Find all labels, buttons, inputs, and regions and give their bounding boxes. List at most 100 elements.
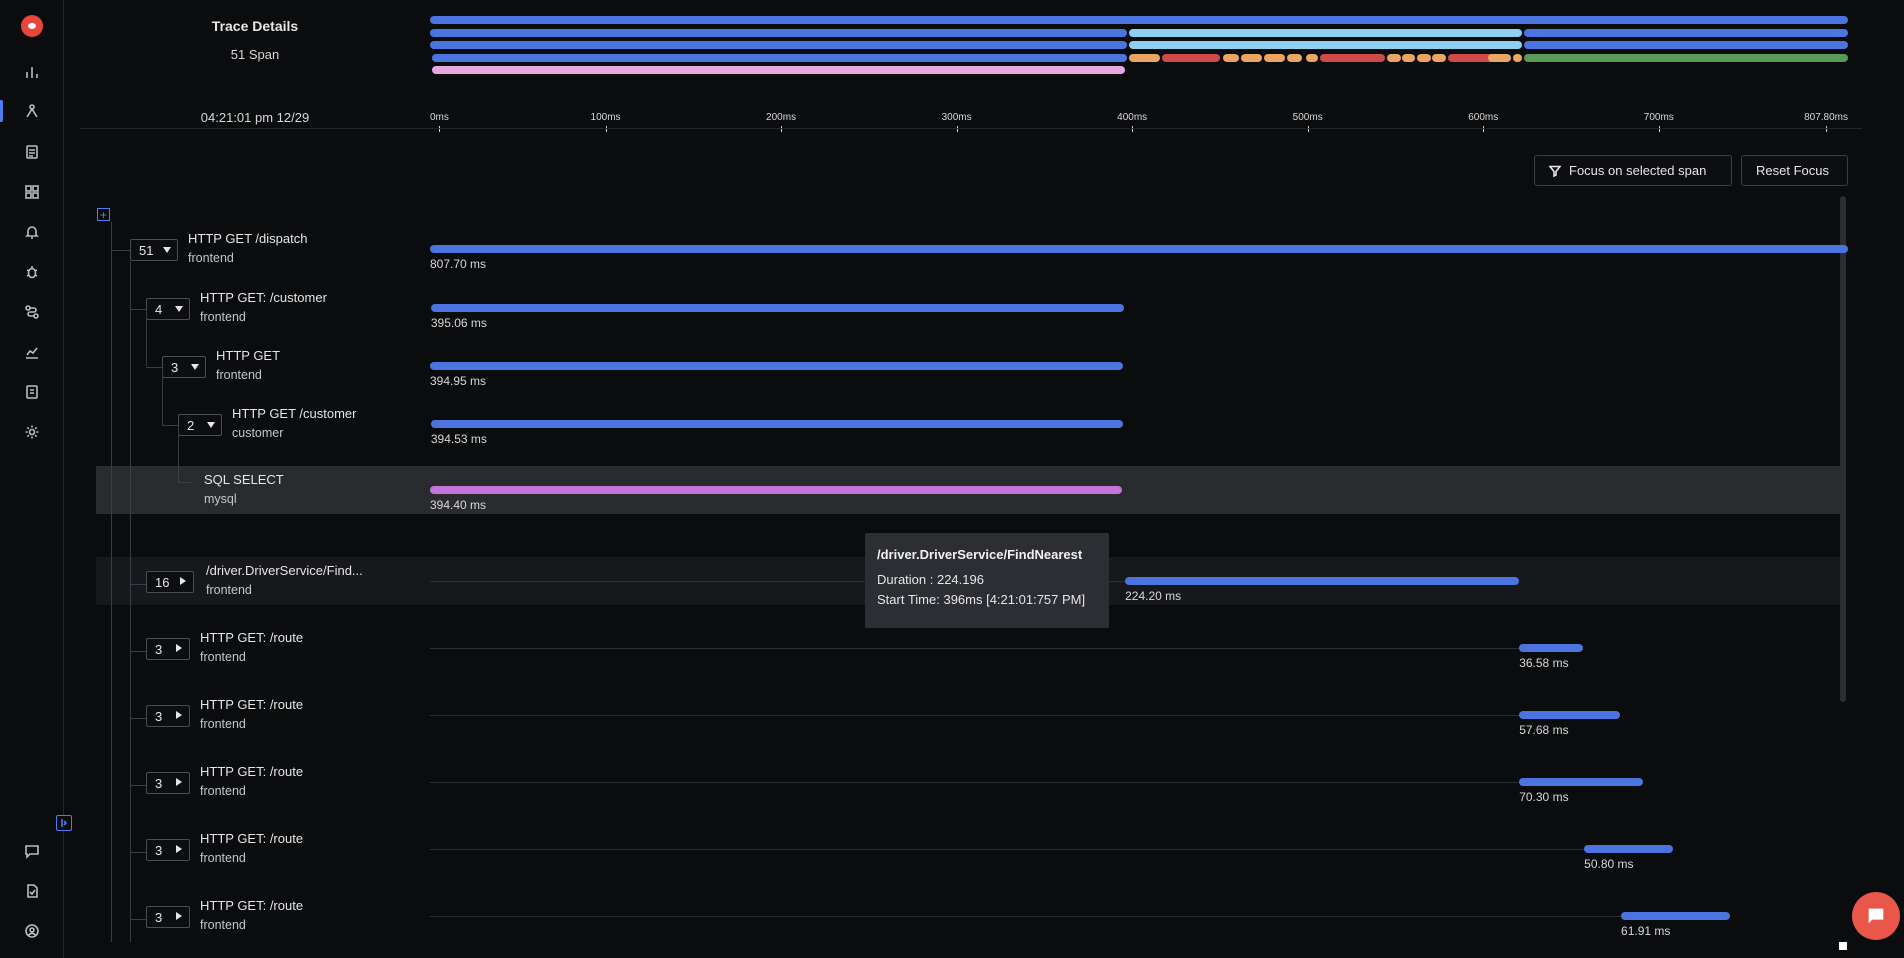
child-count: 2 [187, 417, 195, 433]
tree-connector [130, 584, 146, 585]
minimap-span-bar [430, 28, 1127, 37]
span-collapse-toggle[interactable]: 16 [146, 571, 194, 593]
child-count: 3 [155, 842, 163, 858]
span-duration-bar[interactable] [1584, 845, 1674, 853]
span-offset-guide [430, 849, 1585, 850]
header-divider [80, 128, 1862, 129]
logs-icon[interactable] [22, 142, 42, 162]
span-duration-label: 394.53 ms [430, 432, 487, 446]
span-collapse-toggle[interactable]: 3 [146, 772, 190, 794]
span-collapse-toggle[interactable]: 3 [146, 839, 190, 861]
tree-connector [130, 262, 131, 942]
span-row[interactable]: 3 HTTP GET: /route frontend 36.58 ms [96, 624, 1840, 672]
alerts-icon[interactable] [22, 222, 42, 242]
span-duration-bar[interactable] [430, 486, 1123, 494]
span-name: HTTP GET /customer [232, 406, 357, 421]
expand-all-icon[interactable]: + [97, 208, 110, 221]
span-duration-bar[interactable] [430, 420, 1124, 428]
tooltip-start-time: Start Time: 396ms [4:21:01:757 PM] [877, 592, 1086, 607]
reset-button-label: Reset Focus [1756, 163, 1829, 178]
tree-connector [162, 425, 178, 426]
span-offset-guide [430, 715, 1520, 716]
metrics-icon[interactable] [22, 342, 42, 362]
tooltip-duration: Duration : 224.196 [877, 572, 984, 587]
focus-button-label: Focus on selected span [1569, 163, 1707, 178]
span-name: HTTP GET: /customer [200, 290, 327, 305]
corner-marker [1839, 942, 1847, 950]
span-offset-guide [430, 782, 1520, 783]
chat-icon[interactable] [22, 841, 42, 861]
axis-tick: 600ms [1468, 112, 1499, 132]
tree-connector [178, 426, 179, 482]
span-name: /driver.DriverService/Find... [206, 563, 363, 578]
span-row[interactable]: 3 HTTP GET: /route frontend 61.91 ms [96, 892, 1840, 940]
axis-tick: 700ms [1643, 112, 1674, 132]
minimap-span-bar [1402, 53, 1415, 62]
span-duration-label: 36.58 ms [1519, 656, 1569, 670]
minimap-span-bar [1513, 53, 1522, 62]
billing-icon[interactable] [22, 382, 42, 402]
span-name: SQL SELECT [204, 472, 284, 487]
span-duration-bar[interactable] [1519, 778, 1643, 786]
span-collapse-toggle[interactable]: 3 [146, 906, 190, 928]
span-row[interactable]: 3 HTTP GET: /route frontend 70.30 ms [96, 758, 1840, 806]
span-service: frontend [216, 368, 262, 382]
span-duration-label: 57.68 ms [1519, 723, 1569, 737]
span-collapse-toggle[interactable]: 3 [146, 705, 190, 727]
span-name: HTTP GET: /route [200, 831, 304, 846]
child-count: 3 [155, 641, 163, 657]
traces-icon[interactable] [22, 101, 42, 121]
span-duration-bar[interactable] [1519, 711, 1621, 719]
span-tooltip: /driver.DriverService/FindNearest Durati… [865, 533, 1109, 628]
span-service: frontend [200, 650, 246, 664]
docs-icon[interactable] [22, 881, 42, 901]
span-duration-bar[interactable] [1125, 577, 1519, 585]
caret-down-icon [207, 422, 215, 428]
span-service: frontend [200, 784, 246, 798]
dashboard-icon[interactable] [22, 182, 42, 202]
span-duration-bar[interactable] [430, 362, 1124, 370]
span-collapse-toggle[interactable]: 3 [162, 356, 206, 378]
minimap-span-bar [430, 16, 1848, 24]
span-duration-bar[interactable] [430, 245, 1848, 253]
axis-tick: 807.80ms [1804, 112, 1848, 132]
span-row[interactable]: 4 HTTP GET: /customer frontend 395.06 ms [96, 284, 1840, 332]
active-nav-indicator [0, 100, 3, 122]
span-row[interactable]: 51 HTTP GET /dispatch frontend 807.70 ms [96, 225, 1848, 273]
span-collapse-toggle[interactable]: 51 [130, 239, 178, 261]
span-collapse-toggle[interactable]: 3 [146, 638, 190, 660]
tree-connector [130, 919, 146, 920]
scrollbar[interactable] [1840, 196, 1846, 702]
span-duration-bar[interactable] [1621, 912, 1730, 920]
span-count: 51 Span [230, 47, 280, 62]
span-row[interactable]: 3 HTTP GET: /route frontend 57.68 ms [96, 691, 1840, 739]
sidebar-collapse-icon[interactable] [56, 815, 72, 831]
span-row[interactable]: 3 HTTP GET: /route frontend 50.80 ms [96, 825, 1840, 873]
account-icon[interactable] [22, 921, 42, 941]
exceptions-icon[interactable] [22, 262, 42, 282]
child-count: 3 [155, 909, 163, 925]
axis-tick: 200ms [766, 112, 797, 132]
span-row[interactable]: SQL SELECT mysql 394.40 ms [96, 466, 1840, 514]
child-count: 3 [155, 708, 163, 724]
span-name: HTTP GET: /route [200, 697, 304, 712]
span-collapse-toggle[interactable]: 4 [146, 298, 190, 320]
span-row[interactable]: 3 HTTP GET frontend 394.95 ms [96, 342, 1840, 390]
span-duration-bar[interactable] [1519, 644, 1584, 652]
minimap-span-bar [1523, 41, 1848, 49]
minimap-span-bar [1128, 53, 1161, 62]
span-duration-bar[interactable] [430, 304, 1125, 312]
app-logo[interactable] [21, 15, 43, 37]
minimap-span-bar [1432, 53, 1447, 62]
settings-icon[interactable] [22, 422, 42, 442]
span-collapse-toggle[interactable]: 2 [178, 414, 222, 436]
minimap-span-bar [1416, 53, 1431, 62]
span-service: frontend [200, 851, 246, 865]
service-map-icon[interactable] [22, 302, 42, 322]
trace-minimap[interactable] [430, 16, 1848, 78]
span-row[interactable]: 2 HTTP GET /customer customer 394.53 ms [96, 400, 1840, 448]
support-chat-button[interactable] [1852, 892, 1900, 940]
chart-icon[interactable] [22, 62, 42, 82]
reset-focus-button[interactable]: Reset Focus [1741, 155, 1848, 186]
focus-selected-span-button[interactable]: Focus on selected span [1534, 155, 1732, 186]
